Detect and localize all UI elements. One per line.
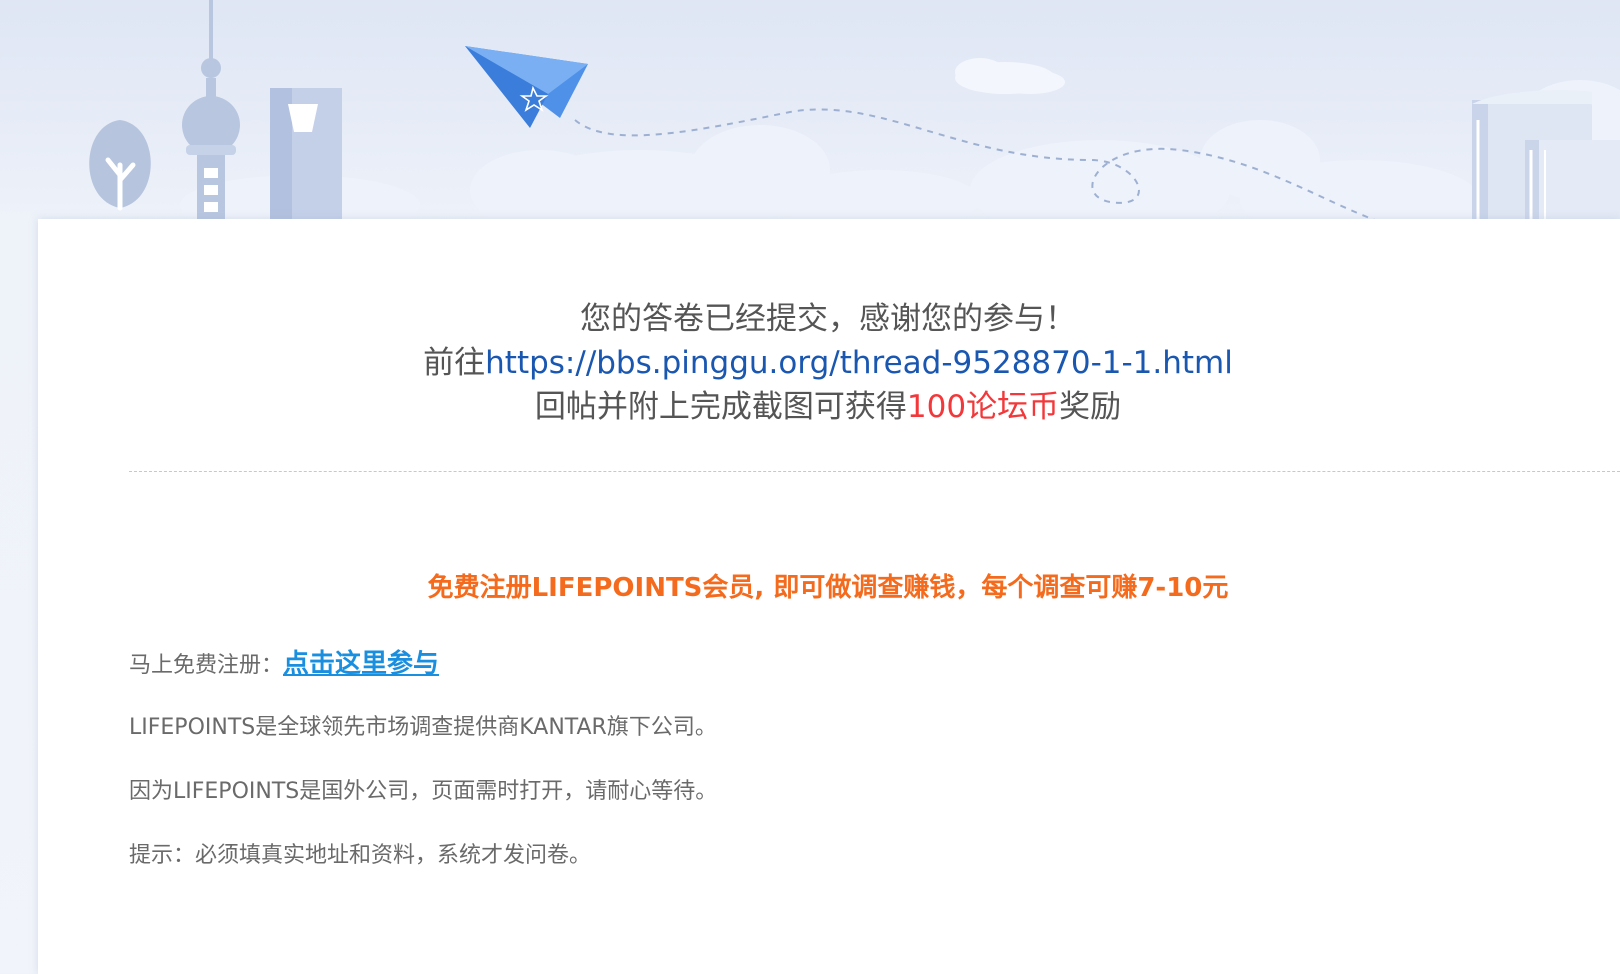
- forum-thread-link[interactable]: https://bbs.pinggu.org/thread-9528870-1-…: [485, 345, 1233, 381]
- info-line-wait: 因为LIFEPOINTS是国外公司，页面需时打开，请耐心等待。: [129, 779, 718, 804]
- cloud-icon: [180, 80, 1620, 222]
- promo-headline: 免费注册LIFEPOINTS会员, 即可做调查赚钱，每个调查可赚7-10元: [427, 573, 1229, 603]
- info-section: 马上免费注册：点击这里参与 LIFEPOINTS是全球领先市场调查提供商KANT…: [129, 647, 717, 903]
- paper-plane-icon: [465, 46, 588, 128]
- thanks-link-prefix: 前往: [423, 345, 486, 381]
- register-row: 马上免费注册：点击这里参与: [129, 647, 717, 711]
- reward-prefix: 回帖并附上完成截图可获得: [534, 389, 907, 425]
- info-line-company: LIFEPOINTS是全球领先市场调查提供商KANTAR旗下公司。: [129, 715, 717, 740]
- header-banner: [0, 0, 1620, 222]
- info-line-tip: 提示：必须填真实地址和资料，系统才发问卷。: [129, 843, 592, 868]
- thanks-reward-line: 回帖并附上完成截图可获得100论坛币奖励: [0, 385, 1620, 429]
- skyscraper-icon: [270, 88, 342, 222]
- thanks-link-line: 前往https://bbs.pinggu.org/thread-9528870-…: [0, 341, 1620, 385]
- result-card: 您的答卷已经提交，感谢您的参与！ 前往https://bbs.pinggu.or…: [38, 219, 1620, 974]
- reward-suffix: 奖励: [1059, 389, 1122, 425]
- banner-illustration: [89, 0, 1620, 222]
- tree-icon: [89, 120, 151, 211]
- register-link[interactable]: 点击这里参与: [283, 649, 439, 679]
- reward-amount: 100论坛币: [906, 389, 1060, 425]
- dashed-divider: [129, 471, 1620, 472]
- thanks-title: 您的答卷已经提交，感谢您的参与！: [580, 301, 1076, 337]
- thanks-message: 您的答卷已经提交，感谢您的参与！ 前往https://bbs.pinggu.or…: [0, 297, 1620, 429]
- register-label: 马上免费注册：: [129, 653, 284, 678]
- small-cloud-icon: [955, 58, 1065, 94]
